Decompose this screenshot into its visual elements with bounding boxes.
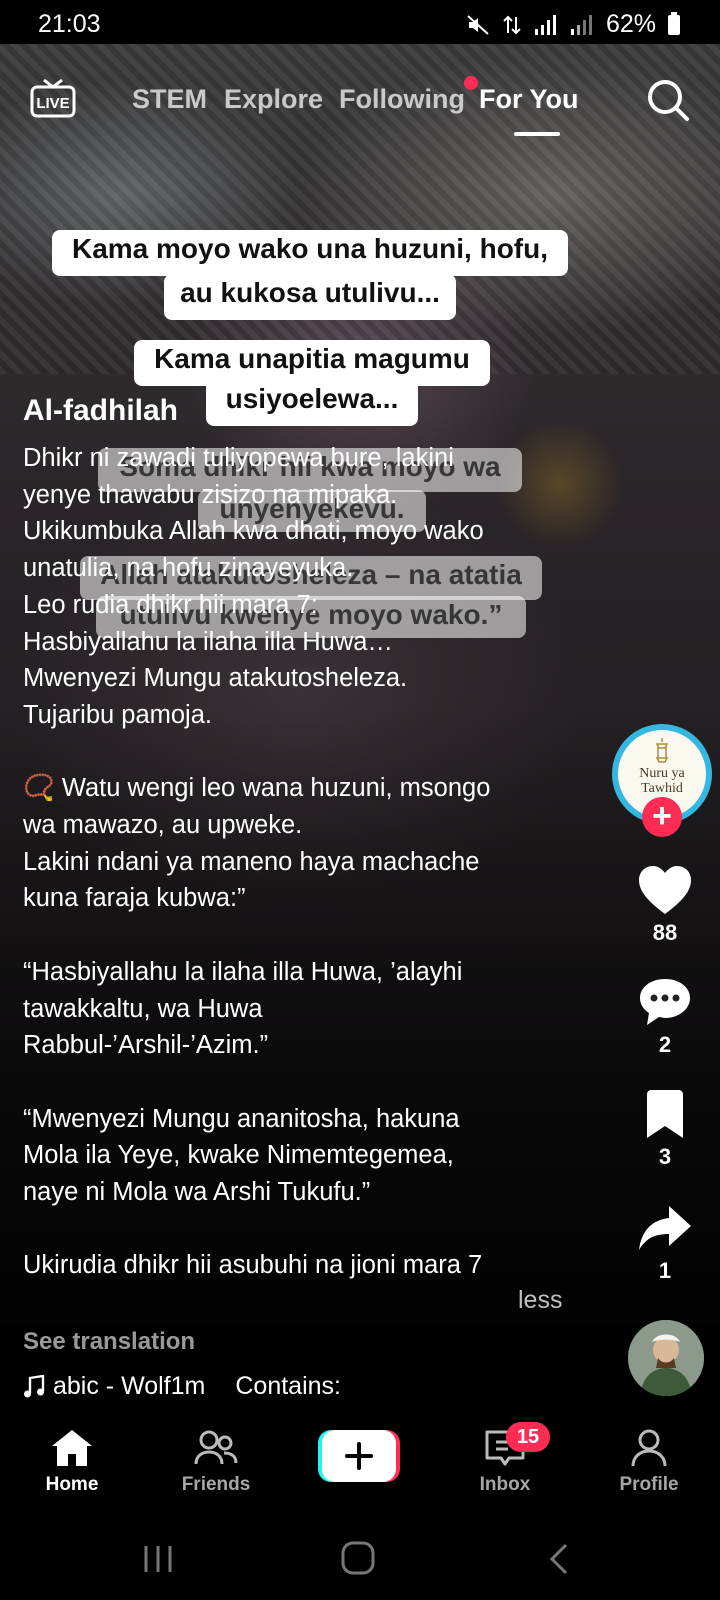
- back-icon[interactable]: [546, 1542, 572, 1576]
- nav-home[interactable]: Home: [17, 1428, 127, 1496]
- bookmark-icon: [647, 1090, 683, 1138]
- top-nav: LIVE STEM Explore Following For You: [0, 70, 720, 140]
- like-button[interactable]: 88: [620, 864, 710, 946]
- tab-stem[interactable]: STEM: [132, 84, 207, 115]
- lantern-icon: [655, 738, 669, 763]
- tab-for-you[interactable]: For You: [479, 84, 579, 115]
- avatar-text-line: Tawhid: [641, 781, 683, 796]
- live-label: LIVE: [36, 95, 69, 112]
- video-caption-line: usiyoelewa...: [206, 380, 418, 426]
- active-tab-indicator: [514, 132, 560, 136]
- comment-button[interactable]: 2: [620, 976, 710, 1058]
- signal-icon-secondary: [570, 14, 592, 35]
- video-caption-line: Kama moyo wako una huzuni, hofu,: [52, 230, 568, 276]
- less-button[interactable]: less: [518, 1286, 562, 1315]
- data-transfer-icon: [503, 15, 521, 34]
- following-notification-dot: [464, 76, 478, 90]
- share-arrow-icon: [639, 1206, 691, 1250]
- nav-friends[interactable]: Friends: [161, 1428, 271, 1496]
- recent-apps-icon[interactable]: [140, 1542, 176, 1576]
- follow-button[interactable]: +: [642, 797, 682, 837]
- live-icon[interactable]: LIVE: [30, 78, 76, 118]
- share-count: 1: [658, 1258, 672, 1283]
- nav-inbox-label: Inbox: [479, 1474, 531, 1495]
- tiktok-feed-screen: 21:03 62% Kama moyo wako una huzuni, hof…: [0, 0, 720, 1600]
- music-disc-image: [628, 1320, 704, 1396]
- nav-friends-label: Friends: [181, 1474, 251, 1495]
- nav-profile[interactable]: Profile: [594, 1428, 704, 1496]
- nav-profile-label: Profile: [619, 1474, 679, 1495]
- signal-icon: [534, 14, 556, 35]
- post-description: Dhikr ni zawadi tuliyopewa bure, lakini …: [23, 444, 491, 1280]
- comment-count: 2: [658, 1032, 672, 1057]
- music-disc-avatar[interactable]: [628, 1320, 704, 1396]
- music-info[interactable]: abic - Wolf1m Contains:: [23, 1372, 341, 1401]
- mute-icon: [467, 14, 489, 35]
- bookmark-count: 3: [658, 1144, 672, 1169]
- home-system-icon[interactable]: [340, 1540, 376, 1576]
- contains-label: Contains:: [235, 1372, 341, 1400]
- like-count: 88: [652, 920, 678, 945]
- battery-percent: 62%: [605, 10, 656, 38]
- status-icons: 62%: [466, 10, 680, 39]
- nav-home-label: Home: [45, 1474, 99, 1495]
- see-translation-link[interactable]: See translation: [23, 1328, 195, 1356]
- search-icon[interactable]: [646, 78, 690, 122]
- tab-following[interactable]: Following: [339, 84, 465, 115]
- bookmark-button[interactable]: 3: [620, 1090, 710, 1170]
- avatar-text-line: Nuru ya: [639, 766, 685, 781]
- author-name[interactable]: Al-fadhilah: [23, 394, 178, 428]
- music-note-icon: [24, 1374, 45, 1397]
- heart-icon: [639, 866, 691, 914]
- bottom-nav: Home Friends Inbox 15 Profile: [0, 1408, 720, 1518]
- create-button[interactable]: [318, 1430, 400, 1482]
- inbox-badge: 15: [506, 1422, 550, 1452]
- music-title: abic - Wolf1m: [53, 1372, 206, 1400]
- tab-explore[interactable]: Explore: [224, 84, 323, 115]
- profile-icon: [631, 1429, 667, 1467]
- share-button[interactable]: 1: [620, 1204, 710, 1284]
- system-navigation-bar: [0, 1518, 720, 1600]
- status-bar: 21:03 62%: [0, 0, 720, 44]
- battery-icon: [668, 11, 680, 35]
- friends-icon: [194, 1430, 238, 1465]
- comment-icon: [640, 979, 690, 1025]
- status-time: 21:03: [38, 10, 101, 38]
- video-caption-line: au kukosa utulivu...: [164, 274, 456, 320]
- home-icon: [52, 1430, 92, 1466]
